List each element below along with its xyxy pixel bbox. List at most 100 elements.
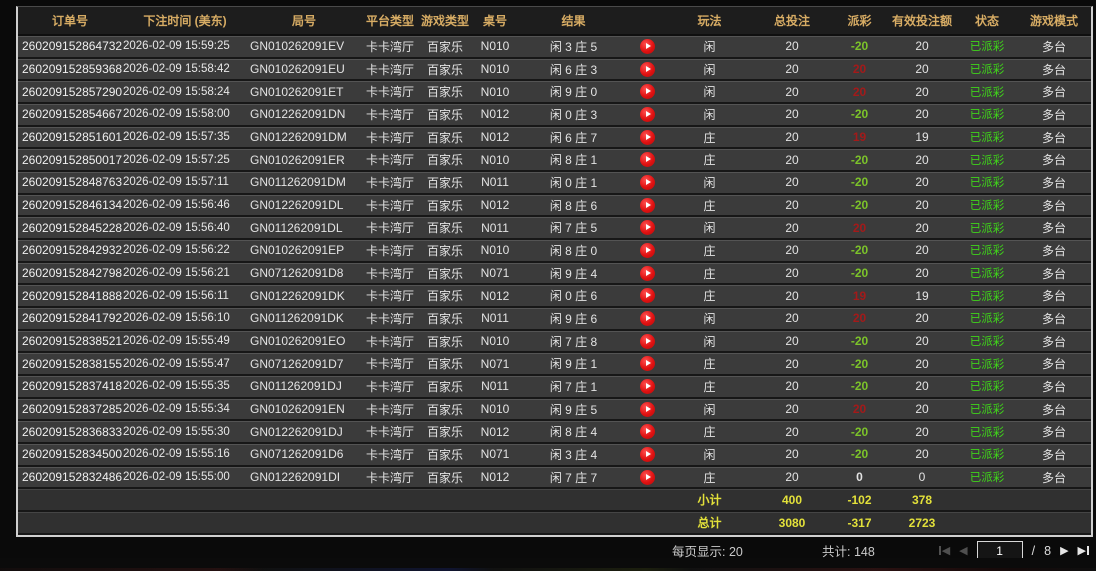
cell-payout: -20	[832, 148, 887, 171]
replay-play-button[interactable]	[640, 311, 655, 326]
replay-play-button[interactable]	[640, 62, 655, 77]
cell-platform: 卡卡湾厅	[360, 375, 420, 398]
cell-status: 已派彩	[957, 443, 1017, 466]
column-header-mode: 游戏模式	[1017, 7, 1091, 35]
replay-play-button[interactable]	[640, 402, 655, 417]
cell-platform: 卡卡湾厅	[360, 443, 420, 466]
cell-bet-time: 2026-02-09 15:57:25	[122, 148, 248, 171]
last-page-bar-icon	[1087, 546, 1089, 555]
cell-platform: 卡卡湾厅	[360, 80, 420, 103]
cell-payout: -20	[832, 35, 887, 58]
cell-result: 闲 0 庄 6	[520, 284, 627, 307]
cell-payout: -20	[832, 171, 887, 194]
cell-game-mode: 多台	[1017, 262, 1091, 285]
cell-replay	[627, 216, 667, 239]
next-page-button[interactable]: ▶	[1060, 543, 1068, 559]
grand-total-row-spacer	[248, 511, 360, 534]
cell-result: 闲 6 庄 7	[520, 126, 627, 149]
cell-round-number: GN010262091EU	[248, 58, 360, 81]
first-page-button[interactable]: ◀	[939, 543, 950, 559]
table-row: 2602091528572902026-02-09 15:58:24GN0102…	[18, 80, 1091, 103]
table-row: 2602091528381552026-02-09 15:55:47GN0712…	[18, 352, 1091, 375]
cell-replay	[627, 103, 667, 126]
replay-play-button[interactable]	[640, 84, 655, 99]
cell-round-number: GN010262091ET	[248, 80, 360, 103]
column-header-time: 下注时间 (美东)	[122, 7, 248, 35]
cell-game-mode: 多台	[1017, 375, 1091, 398]
cell-status: 已派彩	[957, 58, 1017, 81]
replay-play-button[interactable]	[640, 175, 655, 190]
cell-table-number: N012	[470, 126, 520, 149]
replay-play-button[interactable]	[640, 379, 655, 394]
cell-status: 已派彩	[957, 352, 1017, 375]
replay-play-button[interactable]	[640, 424, 655, 439]
cell-result: 闲 8 庄 6	[520, 194, 627, 217]
cell-valid-bet: 20	[887, 420, 957, 443]
replay-play-button[interactable]	[640, 447, 655, 462]
bet-records-table: 订单号下注时间 (美东)局号平台类型游戏类型桌号结果玩法总投注派彩有效投注额状态…	[18, 7, 1091, 535]
cell-status: 已派彩	[957, 330, 1017, 353]
cell-result: 闲 8 庄 1	[520, 148, 627, 171]
cell-play-type: 庄	[667, 262, 752, 285]
replay-play-button[interactable]	[640, 356, 655, 371]
replay-play-button[interactable]	[640, 107, 655, 122]
grand-total-row-total-bet: 3080	[752, 511, 832, 534]
cell-game-type: 百家乐	[420, 284, 470, 307]
replay-play-button[interactable]	[640, 39, 655, 54]
cell-order: 260209152832486	[18, 466, 122, 489]
cell-table-number: N012	[470, 420, 520, 443]
total-count-label: 共计:	[822, 545, 850, 559]
cell-status: 已派彩	[957, 171, 1017, 194]
cell-game-mode: 多台	[1017, 194, 1091, 217]
cell-game-mode: 多台	[1017, 103, 1091, 126]
cell-total-bet: 20	[752, 58, 832, 81]
prev-page-button[interactable]: ◀	[959, 543, 967, 559]
cell-total-bet: 20	[752, 262, 832, 285]
cell-platform: 卡卡湾厅	[360, 103, 420, 126]
subtotal-row-payout: -102	[832, 488, 887, 511]
subtotal-row-spacer	[520, 488, 627, 511]
cell-valid-bet: 20	[887, 375, 957, 398]
cell-replay	[627, 80, 667, 103]
replay-play-button[interactable]	[640, 266, 655, 281]
last-page-button[interactable]: ▶	[1078, 543, 1089, 559]
cell-order: 260209152841888	[18, 284, 122, 307]
cell-play-type: 庄	[667, 239, 752, 262]
cell-round-number: GN012262091DJ	[248, 420, 360, 443]
column-header-order: 订单号	[18, 7, 122, 35]
replay-play-button[interactable]	[640, 288, 655, 303]
replay-play-button[interactable]	[640, 130, 655, 145]
cell-valid-bet: 20	[887, 262, 957, 285]
cell-game-type: 百家乐	[420, 375, 470, 398]
cell-replay	[627, 171, 667, 194]
cell-game-mode: 多台	[1017, 58, 1091, 81]
cell-round-number: GN012262091DN	[248, 103, 360, 126]
cell-bet-time: 2026-02-09 15:56:10	[122, 307, 248, 330]
cell-total-bet: 20	[752, 148, 832, 171]
cell-replay	[627, 375, 667, 398]
cell-payout: 19	[832, 284, 887, 307]
subtotal-row-spacer	[420, 488, 470, 511]
cell-game-mode: 多台	[1017, 352, 1091, 375]
cell-replay	[627, 262, 667, 285]
cell-bet-time: 2026-02-09 15:56:21	[122, 262, 248, 285]
replay-play-button[interactable]	[640, 334, 655, 349]
cell-play-type: 闲	[667, 35, 752, 58]
cell-table-number: N010	[470, 58, 520, 81]
cell-valid-bet: 19	[887, 284, 957, 307]
bottom-strip	[0, 558, 1096, 571]
cell-platform: 卡卡湾厅	[360, 398, 420, 421]
cell-valid-bet: 20	[887, 307, 957, 330]
cell-total-bet: 20	[752, 352, 832, 375]
replay-play-button[interactable]	[640, 243, 655, 258]
grand-total-row: 总计3080-3172723	[18, 511, 1091, 534]
table-row: 2602091528345002026-02-09 15:55:16GN0712…	[18, 443, 1091, 466]
replay-play-button[interactable]	[640, 470, 655, 485]
cell-valid-bet: 20	[887, 216, 957, 239]
replay-play-button[interactable]	[640, 152, 655, 167]
cell-bet-time: 2026-02-09 15:58:24	[122, 80, 248, 103]
cell-total-bet: 20	[752, 398, 832, 421]
replay-play-button[interactable]	[640, 220, 655, 235]
grand-total-row-spacer	[957, 511, 1017, 534]
replay-play-button[interactable]	[640, 198, 655, 213]
